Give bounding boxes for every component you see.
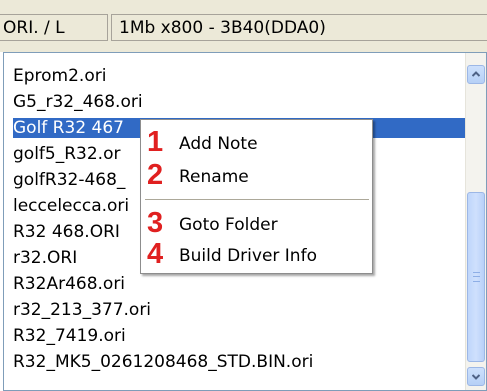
list-item-label: R32Ar468.ori xyxy=(13,274,126,294)
list-item-label: R32_7419.ori xyxy=(13,326,126,346)
scroll-down-button[interactable] xyxy=(467,367,485,386)
list-item[interactable]: R32_MK5_0261208468_STD.BIN.ori xyxy=(4,351,454,374)
thumb-grip xyxy=(473,272,480,282)
menu-item-rename[interactable]: 2 Rename xyxy=(141,159,372,191)
list-item[interactable]: Eprom2.ori xyxy=(4,65,454,88)
menu-item-build-driver-info[interactable]: 4 Build Driver Info xyxy=(141,238,372,270)
list-item-label: leccelecca.ori xyxy=(13,196,130,216)
menu-item-add-note[interactable]: 1 Add Note xyxy=(141,126,372,158)
list-item-label: r32_213_377.ori xyxy=(13,300,152,320)
annotation-number: 1 xyxy=(147,126,164,158)
list-item-label: golf5_R32.or xyxy=(13,144,121,164)
list-item[interactable]: r32_213_377.ori xyxy=(4,299,454,322)
list-item[interactable]: G5_r32_468.ori xyxy=(4,91,454,114)
menu-item-label: Build Driver Info xyxy=(179,246,317,266)
list-item-label: R32_MK5_0261208468_STD.BIN.ori xyxy=(13,352,314,372)
menu-item-label: Rename xyxy=(179,167,249,187)
list-item-label: Eprom2.ori xyxy=(13,66,107,86)
scroll-up-arrow-icon xyxy=(472,71,480,77)
menu-item-label: Goto Folder xyxy=(179,215,278,235)
menu-separator xyxy=(145,199,369,200)
list-item-label: R32 468.ORI xyxy=(13,222,120,242)
menu-item-goto-folder[interactable]: 3 Goto Folder xyxy=(141,207,372,239)
scroll-up-button[interactable] xyxy=(467,65,485,84)
header-cell-file-type: ORI. / L xyxy=(0,14,108,41)
header-cell-file-info: 1Mb x800 - 3B40(DDA0) xyxy=(111,14,487,41)
header-bar: ORI. / L 1Mb x800 - 3B40(DDA0) xyxy=(0,0,487,52)
annotation-number: 2 xyxy=(147,159,164,191)
scrollbar-thumb[interactable] xyxy=(467,192,485,362)
annotation-number: 4 xyxy=(147,238,164,270)
list-item[interactable]: R32Ar468.ori xyxy=(4,273,454,296)
scroll-down-arrow-icon xyxy=(472,374,480,380)
list-item[interactable]: R32_7419.ori xyxy=(4,325,454,348)
list-item-label: G5_r32_468.ori xyxy=(13,92,143,112)
annotation-number: 3 xyxy=(147,207,164,239)
context-menu: 1 Add Note 2 Rename 3 Goto Folder 4 Buil… xyxy=(140,119,373,274)
list-item-label: r32.ORI xyxy=(13,248,78,268)
list-item-label: golfR32-468_ xyxy=(13,170,126,190)
menu-item-label: Add Note xyxy=(179,134,258,154)
vertical-scrollbar[interactable] xyxy=(465,53,486,390)
